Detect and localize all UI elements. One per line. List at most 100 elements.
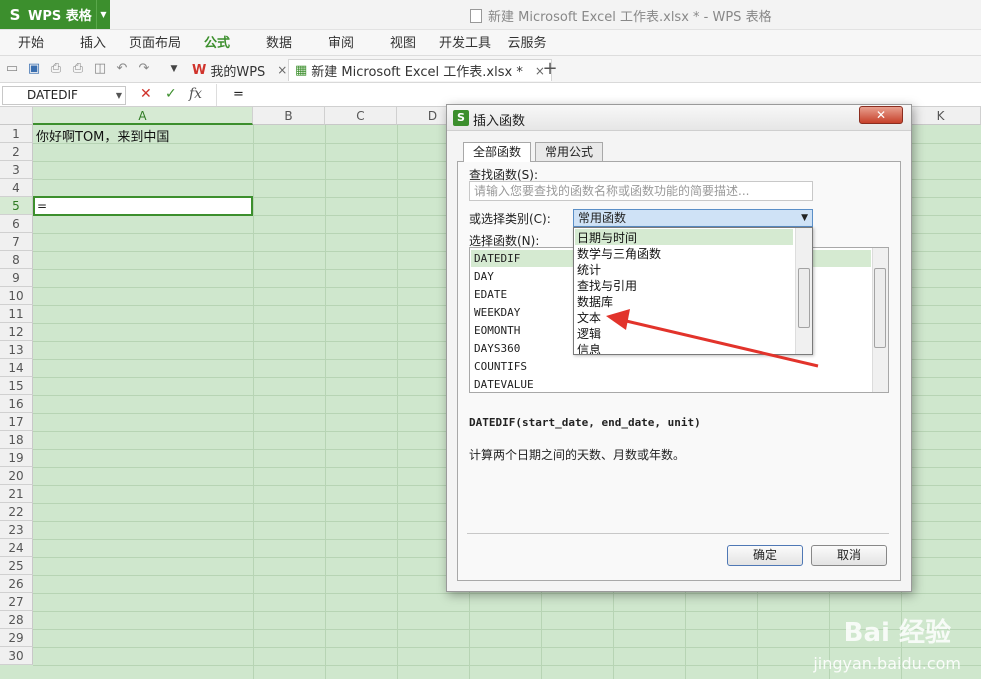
menu-insert[interactable]: 插入 [62,30,124,55]
function-item[interactable]: EOMONTH [474,324,520,337]
row-header[interactable]: 24 [0,539,33,557]
confirm-formula-icon[interactable]: ✓ [165,86,177,102]
menu-review[interactable]: 审阅 [310,30,372,55]
category-option[interactable]: 日期与时间 [577,229,637,246]
grid-row-line [33,611,981,612]
row-header[interactable]: 3 [0,161,33,179]
app-menu-button[interactable]: S WPS 表格 ▼ [0,0,110,29]
redo-icon[interactable]: ↷ [136,61,152,77]
menu-developer[interactable]: 开发工具 [434,30,496,55]
column-header[interactable]: K [901,107,981,125]
cancel-button[interactable]: 取消 [811,545,887,566]
row-header[interactable]: 18 [0,431,33,449]
row-header[interactable]: 17 [0,413,33,431]
row-header[interactable]: 27 [0,593,33,611]
row-header[interactable]: 2 [0,143,33,161]
function-item[interactable]: DATEVALUE [474,378,534,391]
tab-my-wps[interactable]: W 我的WPS × [186,59,293,81]
chevron-down-icon[interactable]: ▼ [166,61,182,77]
formula-input[interactable]: = [233,87,244,102]
row-header[interactable]: 28 [0,611,33,629]
chevron-down-icon[interactable]: ▼ [96,0,110,29]
column-header[interactable]: A [33,107,253,125]
category-option[interactable]: 逻辑 [577,325,601,342]
close-dialog-button[interactable]: ✕ [859,106,903,124]
tab-all-functions[interactable]: 全部函数 [463,142,531,162]
row-header[interactable]: 6 [0,215,33,233]
menu-cloud[interactable]: 云服务 [496,30,558,55]
dialog-title-bar[interactable]: S 插入函数 ✕ [447,105,911,131]
category-select[interactable]: 常用函数 ▼ [573,209,813,227]
function-list-scrollbar[interactable] [872,248,888,392]
print-icon[interactable]: ⎙ [70,61,86,77]
menu-home[interactable]: 开始 [0,30,62,55]
row-header[interactable]: 8 [0,251,33,269]
open-folder-icon[interactable]: ▭ [4,61,20,77]
category-option[interactable]: 文本 [577,309,601,326]
fx-icon[interactable]: fx [189,86,202,102]
undo-icon[interactable]: ↶ [114,61,130,77]
name-box-value: DATEDIF [27,88,78,102]
row-header[interactable]: 1 [0,125,33,143]
row-header[interactable]: 15 [0,377,33,395]
row-header[interactable]: 7 [0,233,33,251]
row-header[interactable]: 26 [0,575,33,593]
scrollbar-thumb[interactable] [874,268,886,348]
chevron-down-icon[interactable]: ▼ [801,210,808,226]
cancel-formula-icon[interactable]: ✕ [140,86,152,102]
print-preview-icon[interactable]: ◫ [92,61,108,77]
row-header[interactable]: 30 [0,647,33,665]
row-header[interactable]: 16 [0,395,33,413]
row-header[interactable]: 13 [0,341,33,359]
grid-row-line [33,629,981,630]
divider [216,84,217,106]
column-header[interactable]: C [325,107,397,125]
function-item[interactable]: WEEKDAY [474,306,520,319]
row-header[interactable]: 29 [0,629,33,647]
function-item[interactable]: DAY [474,270,494,283]
grid-column-line [397,125,398,679]
row-header[interactable]: 9 [0,269,33,287]
menu-view[interactable]: 视图 [372,30,434,55]
tab-workbook[interactable]: ▦ 新建 Microsoft Excel 工作表.xlsx * × [288,59,552,81]
cell-a1[interactable]: 你好啊TOM，来到中国 [36,126,169,145]
function-item[interactable]: DAYS360 [474,342,520,355]
row-header[interactable]: 20 [0,467,33,485]
row-header[interactable]: 25 [0,557,33,575]
category-option[interactable]: 统计 [577,261,601,278]
chevron-down-icon[interactable]: ▼ [116,87,122,104]
ok-button[interactable]: 确定 [727,545,803,566]
new-tab-icon[interactable]: + [542,60,558,78]
function-item[interactable]: EDATE [474,288,507,301]
row-header[interactable]: 11 [0,305,33,323]
row-header[interactable]: 14 [0,359,33,377]
menu-formulas[interactable]: 公式 [186,30,248,55]
row-header[interactable]: 4 [0,179,33,197]
row-header[interactable]: 12 [0,323,33,341]
menu-data[interactable]: 数据 [248,30,310,55]
save-icon[interactable]: ▣ [26,61,42,77]
function-item[interactable]: DATEDIF [474,252,520,265]
category-option[interactable]: 数学与三角函数 [577,245,661,262]
grid-row-line [33,593,981,594]
tab-my-wps-label: 我的WPS [210,64,266,80]
row-header[interactable]: 10 [0,287,33,305]
category-option[interactable]: 查找与引用 [577,277,637,294]
name-box[interactable]: DATEDIF ▼ [2,86,126,105]
row-header[interactable]: 5 [0,197,33,215]
function-item[interactable]: COUNTIFS [474,360,527,373]
tab-common-formulas[interactable]: 常用公式 [535,142,603,161]
category-option[interactable]: 信息 [577,341,601,354]
wps-logo-icon: S [453,110,469,126]
row-header[interactable]: 21 [0,485,33,503]
function-search-input[interactable]: 请输入您要查找的函数名称或函数功能的简要描述... [469,181,813,201]
row-header[interactable]: 22 [0,503,33,521]
row-header[interactable]: 23 [0,521,33,539]
active-cell-a5[interactable]: = [33,196,253,216]
menu-page-layout[interactable]: 页面布局 [124,30,186,55]
close-icon[interactable]: × [277,63,287,77]
select-all-corner[interactable] [0,107,33,125]
row-header[interactable]: 19 [0,449,33,467]
column-header[interactable]: B [253,107,325,125]
export-pdf-icon[interactable]: ⎙ [48,61,64,77]
